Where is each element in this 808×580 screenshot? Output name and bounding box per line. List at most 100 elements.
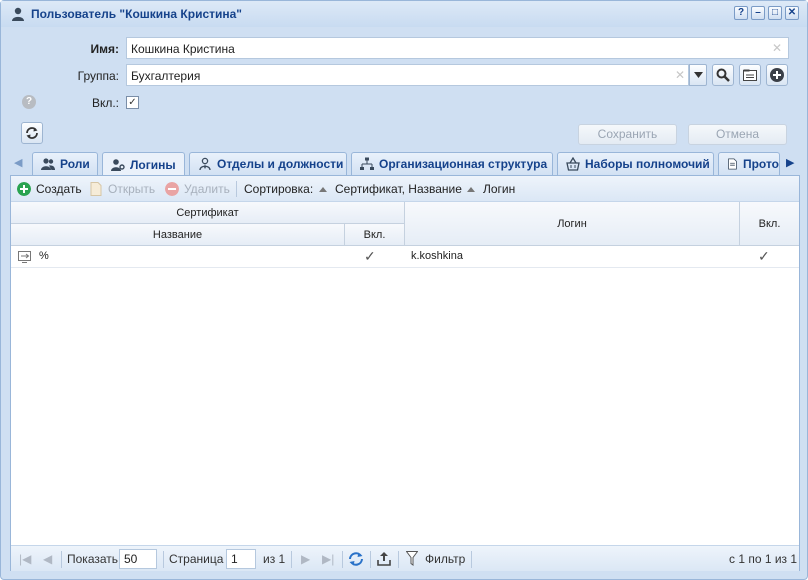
tab-permission-sets-label: Наборы полномочий [585, 157, 710, 171]
header-cert-enabled[interactable]: Вкл. [345, 224, 405, 246]
grid-toolbar: Создать Открыть Удалить Сортировка: Серт… [11, 176, 799, 202]
page-number-input[interactable]: 1 [226, 549, 256, 569]
open-button[interactable]: Открыть [89, 182, 155, 196]
refresh-icon [26, 127, 38, 139]
user-key-icon [111, 158, 125, 171]
row-login-enabled-check-icon: ✓ [758, 248, 770, 264]
tab-scroll-left-icon[interactable]: ◀ [14, 156, 22, 169]
group-open-card-button[interactable] [739, 64, 761, 86]
next-page-icon[interactable]: ▶ [301, 552, 310, 566]
group-search-button[interactable] [712, 64, 734, 86]
help-button[interactable]: ? [734, 6, 748, 20]
group-dropdown-button[interactable] [689, 64, 707, 86]
last-page-icon[interactable]: ▶| [322, 552, 334, 566]
tab-departments[interactable]: Отделы и должности [189, 152, 347, 175]
page-size-input[interactable]: 50 [119, 549, 157, 569]
sort-login-label: Логин [483, 182, 516, 196]
pager-separator [398, 551, 399, 568]
header-login-enabled[interactable]: Вкл. [740, 202, 799, 246]
add-circle-icon [770, 68, 784, 82]
first-page-icon[interactable]: |◀ [19, 552, 31, 566]
document-icon [728, 158, 737, 170]
filter-icon[interactable] [406, 551, 418, 566]
cancel-button[interactable]: Отмена [688, 124, 787, 145]
basket-icon [566, 157, 580, 171]
pager-separator [61, 551, 62, 568]
header-login[interactable]: Логин [405, 202, 740, 246]
page-count-label: из 1 [263, 552, 286, 566]
chevron-down-icon [693, 72, 703, 78]
delete-label: Удалить [184, 182, 230, 196]
header-login-enabled-label: Вкл. [758, 217, 781, 230]
group-label: Группа: [77, 69, 119, 83]
tab-permission-sets[interactable]: Наборы полномочий [557, 152, 714, 175]
close-button[interactable]: ✕ [785, 6, 799, 20]
prev-page-icon[interactable]: ◀ [43, 552, 52, 566]
pager-separator [291, 551, 292, 568]
refresh-button[interactable] [21, 122, 43, 144]
pager-separator [471, 551, 472, 568]
toolbar-separator [236, 181, 237, 197]
tab-bar: ◀ Роли Логины Отделы и должности Организ… [10, 152, 799, 176]
tab-roles[interactable]: Роли [32, 152, 98, 175]
logins-panel: Создать Открыть Удалить Сортировка: Серт… [10, 175, 800, 571]
delete-icon [165, 182, 179, 196]
add-icon [17, 182, 31, 196]
header-name[interactable]: Название [11, 224, 345, 246]
maximize-button[interactable]: □ [768, 6, 782, 20]
tab-scroll-right-icon[interactable]: ▶ [786, 156, 794, 169]
create-button[interactable]: Создать [17, 182, 82, 196]
tab-logins[interactable]: Логины [102, 152, 185, 176]
card-icon [743, 69, 757, 81]
users-icon [41, 158, 55, 170]
group-field[interactable]: Бухгалтерия [126, 64, 689, 86]
table-row[interactable]: % ✓ k.koshkina ✓ [11, 246, 799, 268]
enabled-label: Вкл.: [91, 96, 119, 110]
sort-asc-icon [467, 186, 475, 192]
sort-cert-label: Сертификат, Название [335, 182, 462, 196]
save-button[interactable]: Сохранить [578, 124, 677, 145]
window-title: Пользователь "Кошкина Кристина" [31, 7, 242, 21]
enabled-checkbox[interactable]: ✓ [126, 96, 139, 109]
search-icon [716, 68, 730, 82]
page-label: Страница [169, 552, 224, 566]
open-document-icon [90, 182, 102, 196]
group-add-button[interactable] [766, 64, 788, 86]
tab-departments-label: Отделы и должности [217, 157, 344, 171]
title-bar[interactable]: Пользователь "Кошкина Кристина" ? – □ ✕ [1, 1, 807, 27]
refresh-icon[interactable] [348, 551, 364, 567]
org-structure-icon [360, 157, 374, 170]
export-icon[interactable] [377, 551, 391, 567]
page-size-value: 50 [124, 552, 138, 566]
header-cert-enabled-label: Вкл. [363, 228, 386, 241]
clear-group-icon[interactable]: ✕ [675, 68, 685, 82]
name-field[interactable]: Кошкина Кристина [126, 37, 789, 59]
sort-asc-icon [319, 186, 327, 192]
page-size-label: Показать [67, 552, 119, 566]
sort-label: Сортировка: [244, 182, 313, 196]
sort-by-certificate-button[interactable]: Сертификат, Название [319, 182, 462, 196]
filter-button[interactable]: Фильтр [425, 552, 465, 566]
tab-org-structure[interactable]: Организационная структура [351, 152, 553, 175]
row-cert-enabled-check-icon: ✓ [364, 248, 376, 264]
tab-roles-label: Роли [60, 157, 90, 171]
tab-logins-label: Логины [130, 157, 176, 172]
pager-bar: |◀ ◀ Показать 50 Страница 1 из 1 ▶ ▶| Фи… [11, 545, 799, 571]
header-certificate-label: Сертификат [176, 206, 239, 219]
certificate-icon [18, 251, 31, 263]
pager-separator [370, 551, 371, 568]
tab-protocol[interactable]: Прото [718, 152, 780, 175]
user-dialog-window: Пользователь "Кошкина Кристина" ? – □ ✕ … [0, 0, 808, 580]
sort-by-login-button[interactable]: Логин [467, 182, 515, 196]
name-label: Имя: [90, 42, 120, 56]
help-icon[interactable]: ? [22, 95, 36, 109]
header-certificate: Сертификат [11, 202, 405, 224]
delete-button[interactable]: Удалить [165, 182, 230, 196]
pager-summary: с 1 по 1 из 1 [729, 552, 798, 566]
open-label: Открыть [108, 182, 156, 196]
minimize-button[interactable]: – [751, 6, 765, 20]
header-login-label: Логин [557, 217, 587, 230]
tab-org-structure-label: Организационная структура [379, 157, 548, 171]
clear-name-icon[interactable]: ✕ [772, 41, 782, 55]
sort-label-text: Сортировка: [244, 182, 314, 196]
